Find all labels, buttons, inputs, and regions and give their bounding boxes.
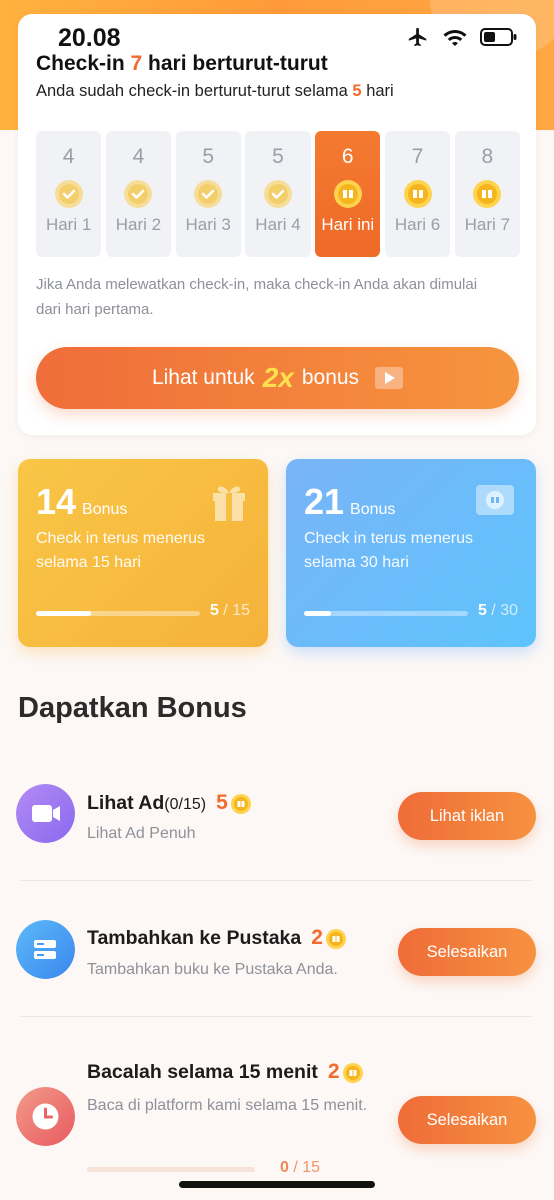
checkin-title: Check-in 7 hari berturut-turut bbox=[36, 52, 328, 75]
streak-progress-fill bbox=[304, 611, 332, 616]
day-label: Hari 1 bbox=[45, 215, 92, 234]
day-coin-count: 6 bbox=[341, 145, 354, 168]
complete-button[interactable]: Selesaikan bbox=[398, 928, 536, 976]
coin-icon bbox=[325, 928, 346, 949]
play-icon bbox=[375, 367, 404, 389]
reading-progress-bar bbox=[87, 1167, 255, 1172]
task-title: Bacalah selama 15 menit 2 bbox=[87, 1060, 364, 1084]
check-coin-icon bbox=[54, 180, 83, 208]
day-label: Hari ini bbox=[321, 215, 375, 234]
coin-icon bbox=[342, 1062, 363, 1083]
streak-description: Check in terus menerus selama 30 hari bbox=[304, 530, 473, 571]
checkin-note: Jika Anda melewatkan check-in, maka chec… bbox=[36, 276, 478, 318]
checkin-day[interactable]: 8 Hari 7 bbox=[454, 131, 520, 257]
day-coin-count: 5 bbox=[272, 145, 284, 168]
divider bbox=[20, 880, 532, 881]
day-label: Hari 7 bbox=[464, 215, 510, 234]
checkin-day[interactable]: 4 Hari 2 bbox=[105, 131, 172, 257]
checkin-day[interactable]: 5 Hari 3 bbox=[175, 131, 241, 257]
check-coin-icon bbox=[124, 180, 153, 208]
checkin-subtitle: Anda sudah check-in berturut-turut selam… bbox=[36, 82, 394, 100]
gift-icon bbox=[213, 486, 245, 521]
task-description: Baca di platform kami selama 15 menit. bbox=[87, 1097, 368, 1114]
streak-card-15-days[interactable]: 14 Bonus Check in terus menerus selama 15… bbox=[18, 459, 268, 647]
wifi-icon bbox=[442, 27, 468, 47]
airplane-icon bbox=[406, 26, 430, 48]
coin-icon bbox=[230, 793, 251, 814]
streak-count: 5 / 15 bbox=[209, 602, 250, 619]
checkin-days: 4 Hari 1 4 Hari 2 5 Hari 3 5 Hari 4 6 Ha… bbox=[36, 131, 520, 257]
day-coin-count: 4 bbox=[132, 145, 145, 168]
check-coin-icon bbox=[263, 180, 292, 208]
checkin-day[interactable]: 5 Hari 4 bbox=[245, 131, 311, 257]
day-coin-count: 8 bbox=[481, 145, 494, 168]
bonus-button-label: Lihat untuk bbox=[151, 366, 255, 389]
checkin-day[interactable]: 7 Hari 6 bbox=[384, 131, 451, 257]
bonus-multiplier: 2x bbox=[262, 362, 294, 393]
task-watch-ad: Lihat Ad(0/15) 5 Lihat Ad Penuh Lihat ikl… bbox=[0, 770, 554, 890]
complete-button[interactable]: Selesaikan bbox=[398, 1096, 536, 1144]
watch-ad-button[interactable]: Lihat iklan bbox=[398, 792, 536, 840]
book-coin-icon bbox=[333, 180, 362, 208]
streak-bonus-value: 21 Bonus bbox=[304, 481, 396, 522]
task-read-15-minutes: Bacalah selama 15 menit 2 Baca di platfor… bbox=[0, 1048, 554, 1200]
check-coin-icon bbox=[194, 180, 223, 208]
day-label: Hari 2 bbox=[115, 215, 162, 234]
streak-count: 5 / 30 bbox=[477, 602, 518, 619]
day-coin-count: 7 bbox=[411, 145, 424, 168]
status-bar: 20.08 bbox=[0, 18, 554, 54]
task-description: Tambahkan buku ke Pustaka Anda. bbox=[87, 961, 338, 978]
status-icons bbox=[406, 26, 518, 48]
streak-progress-bar bbox=[36, 611, 200, 616]
reading-progress-count: 0 / 15 bbox=[280, 1159, 321, 1176]
streak-bonus-value: 14 Bonus bbox=[36, 481, 128, 522]
streak-description: Check in terus menerus selama 15 hari bbox=[36, 530, 205, 571]
task-description: Lihat Ad Penuh bbox=[87, 825, 196, 842]
video-camera-icon bbox=[16, 784, 75, 843]
task-add-to-library: Tambahkan ke Pustaka 2 Tambahkan buku ke … bbox=[0, 906, 554, 1026]
day-label: Hari 4 bbox=[255, 215, 301, 234]
task-title: Lihat Ad(0/15) 5 bbox=[87, 791, 252, 815]
bonus-button-suffix: bonus bbox=[301, 366, 360, 389]
divider bbox=[20, 1016, 532, 1017]
library-icon bbox=[16, 920, 75, 979]
status-time: 20.08 bbox=[58, 24, 121, 52]
clock-icon bbox=[16, 1087, 75, 1146]
section-title: Dapatkan Bonus bbox=[18, 692, 247, 724]
day-coin-count: 5 bbox=[202, 145, 215, 168]
home-indicator[interactable] bbox=[179, 1181, 375, 1188]
book-coin-icon bbox=[403, 180, 432, 208]
streak-progress-fill bbox=[36, 611, 91, 616]
checkin-day-today[interactable]: 6 Hari ini bbox=[315, 131, 381, 257]
book-coin-icon bbox=[473, 180, 502, 208]
checkin-day[interactable]: 4 Hari 1 bbox=[36, 131, 102, 257]
streak-progress-bar bbox=[304, 611, 468, 616]
watch-for-bonus-button[interactable]: Lihat untuk 2x bonus bbox=[36, 347, 519, 409]
day-coin-count: 4 bbox=[62, 145, 75, 168]
streak-card-30-days[interactable]: 21 Bonus Check in terus menerus selama 30… bbox=[286, 459, 536, 647]
day-label: Hari 6 bbox=[394, 215, 441, 234]
battery-icon bbox=[480, 27, 518, 47]
ticket-icon bbox=[476, 485, 514, 515]
day-label: Hari 3 bbox=[185, 215, 231, 234]
checkin-card: Check-in 7 hari berturut-turut Anda suda… bbox=[18, 14, 536, 435]
task-title: Tambahkan ke Pustaka 2 bbox=[87, 926, 347, 950]
